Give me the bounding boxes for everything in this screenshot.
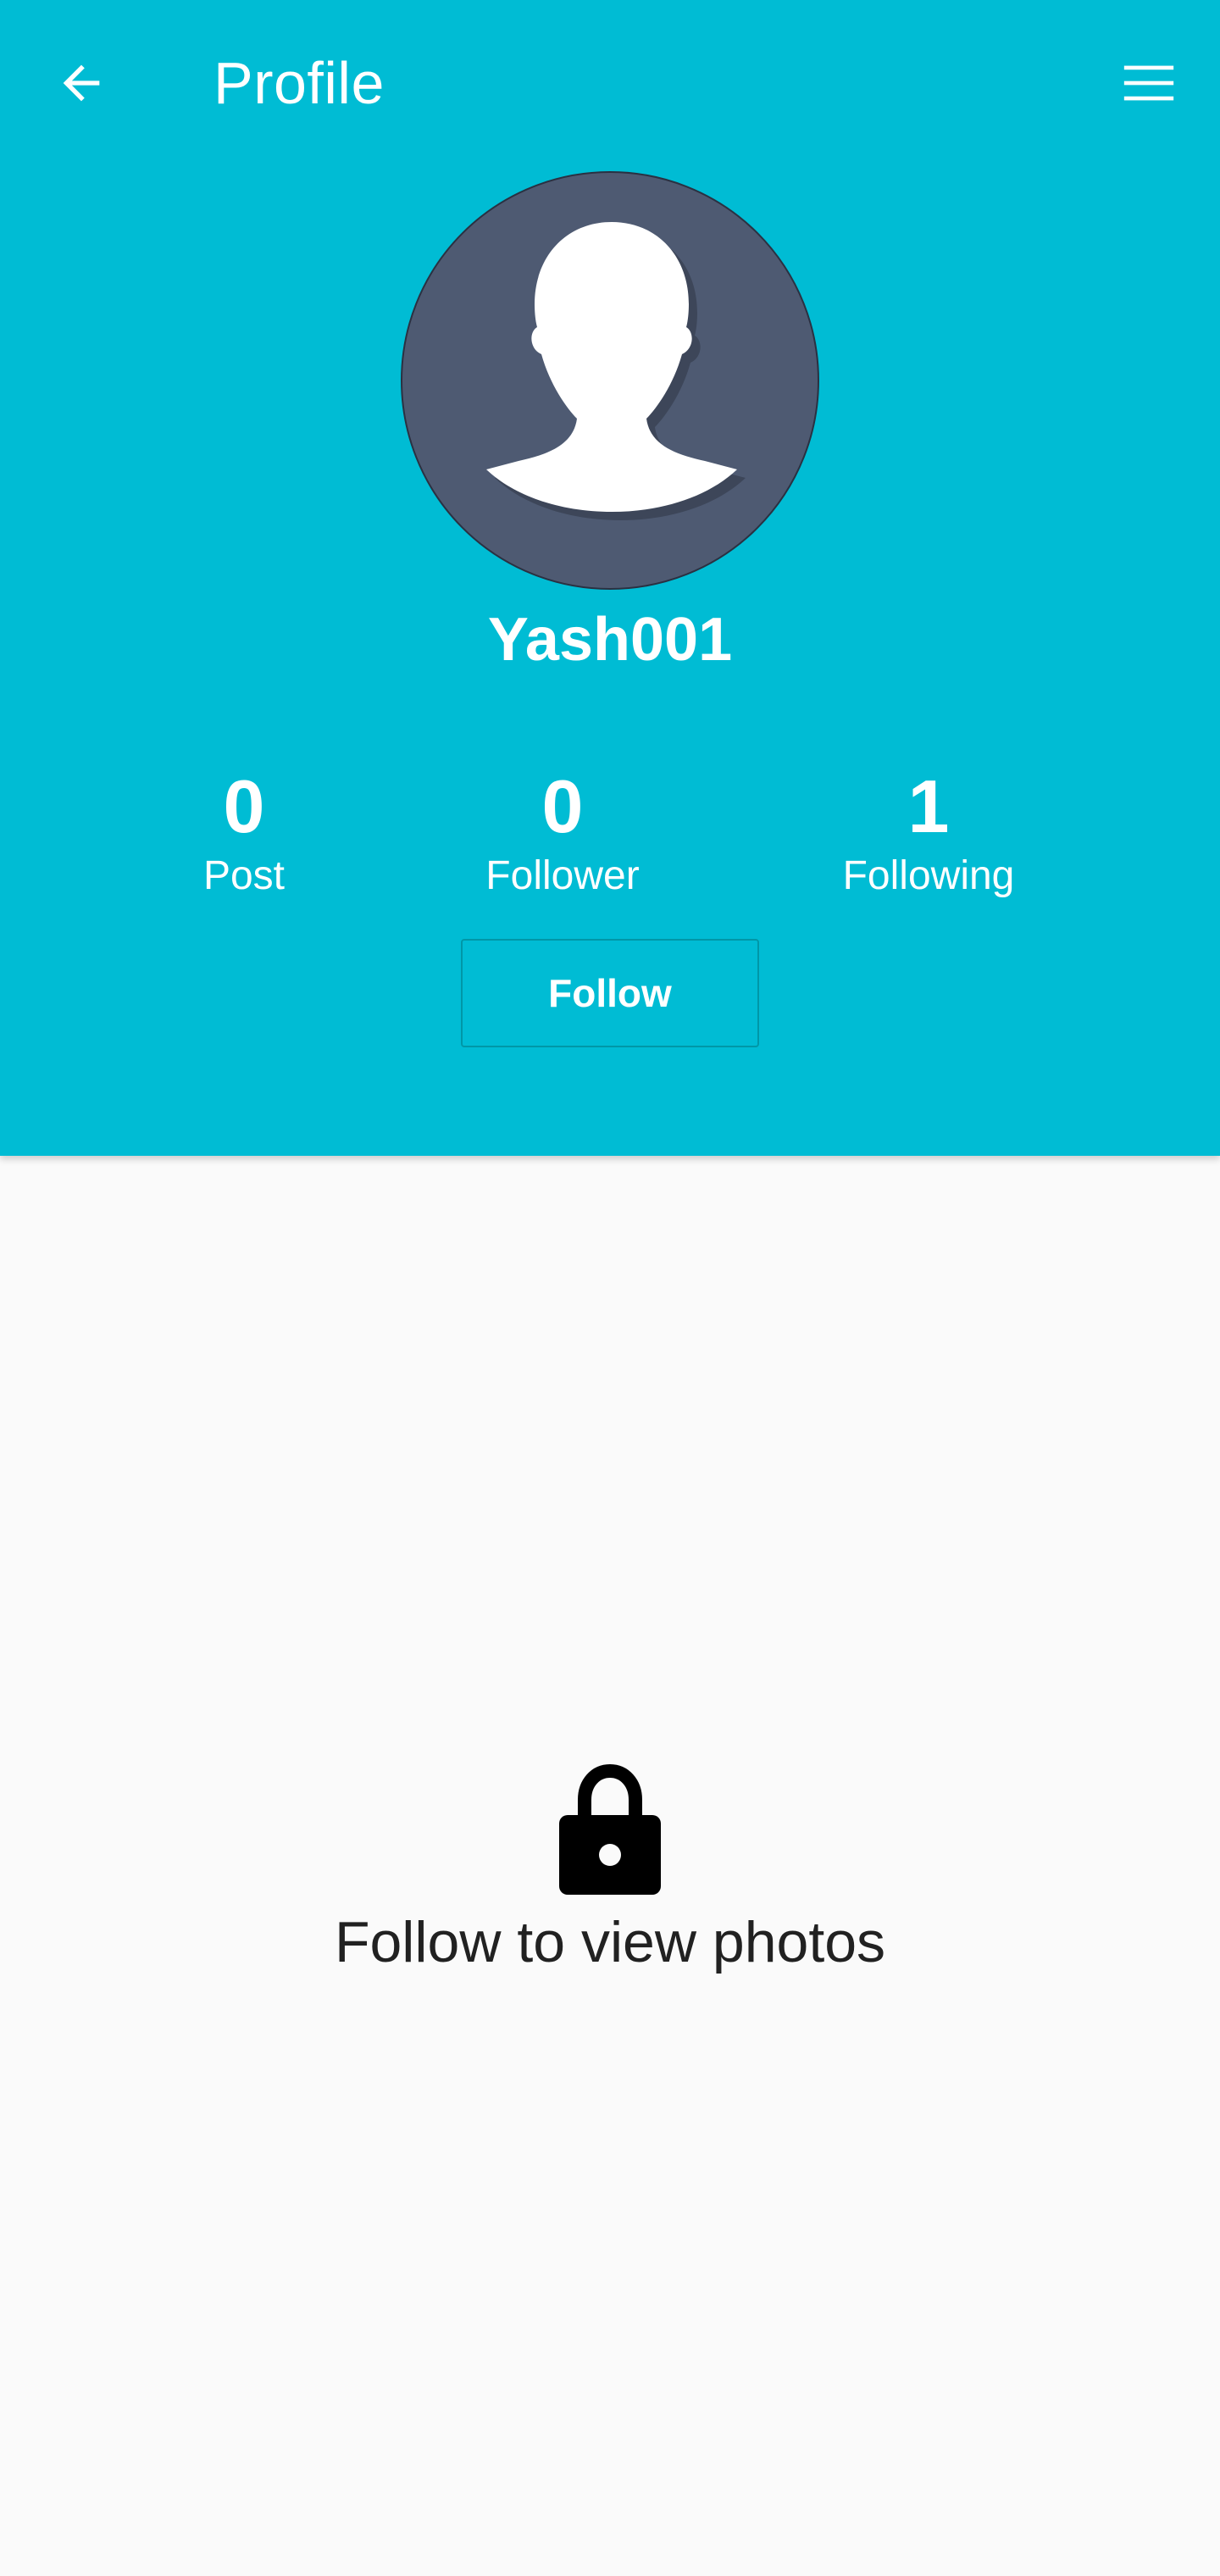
lock-icon (559, 1763, 661, 1895)
stat-followers-count: 0 (541, 764, 584, 848)
stat-following-count: 1 (907, 764, 950, 848)
page-title: Profile (214, 50, 385, 116)
stat-posts[interactable]: 0 Post (108, 763, 380, 902)
profile-header: Profile Yash001 0 Post 0 Follower 1 Foll… (0, 0, 1220, 1156)
stat-followers[interactable]: 0 Follower (427, 763, 698, 902)
follow-button[interactable]: Follow (461, 939, 759, 1047)
avatar[interactable] (401, 171, 819, 590)
stat-following-label: Following (842, 853, 1015, 898)
stat-following[interactable]: 1 Following (793, 763, 1064, 902)
locked-message: Follow to view photos (334, 1910, 886, 1974)
app-toolbar: Profile (0, 0, 1220, 166)
menu-button[interactable] (1101, 41, 1196, 125)
default-person-avatar (486, 222, 746, 520)
back-button[interactable] (34, 41, 129, 125)
stat-posts-label: Post (202, 853, 286, 898)
hamburger-menu-icon (1123, 65, 1174, 101)
arrow-left-icon (63, 64, 100, 102)
username: Yash001 (487, 606, 733, 674)
locked-content-notice: Follow to view photos (0, 1763, 1220, 1978)
stat-posts-count: 0 (223, 764, 265, 848)
stat-followers-label: Follower (485, 853, 640, 898)
